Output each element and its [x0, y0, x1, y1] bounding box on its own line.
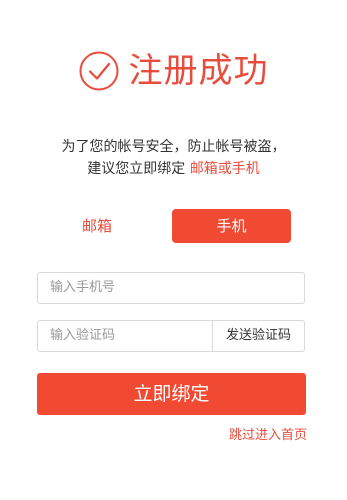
success-header: 注册成功: [0, 46, 347, 96]
phone-field: [37, 272, 305, 304]
phone-input[interactable]: [38, 273, 304, 303]
notice-line-2: 建议您立即绑定 邮箱或手机: [0, 158, 347, 180]
bind-method-tabs: 邮箱 手机: [38, 209, 307, 243]
security-notice: 为了您的帐号安全，防止帐号被盗， 建议您立即绑定 邮箱或手机: [0, 136, 347, 180]
notice-prefix: 建议您立即绑定: [87, 161, 186, 177]
send-code-button[interactable]: 发送验证码: [212, 321, 304, 351]
notice-highlight: 邮箱或手机: [189, 161, 260, 177]
bind-now-button[interactable]: 立即绑定: [37, 373, 306, 415]
verification-code-input[interactable]: [38, 321, 213, 351]
tab-phone[interactable]: 手机: [172, 209, 291, 243]
check-circle-icon: [79, 51, 118, 91]
skip-to-home-link[interactable]: 跳过进入首页: [229, 427, 307, 445]
notice-line-1: 为了您的帐号安全，防止帐号被盗，: [61, 139, 286, 155]
verification-code-field: 发送验证码: [37, 320, 305, 352]
tab-email[interactable]: 邮箱: [38, 209, 156, 243]
page-title: 注册成功: [128, 51, 269, 91]
